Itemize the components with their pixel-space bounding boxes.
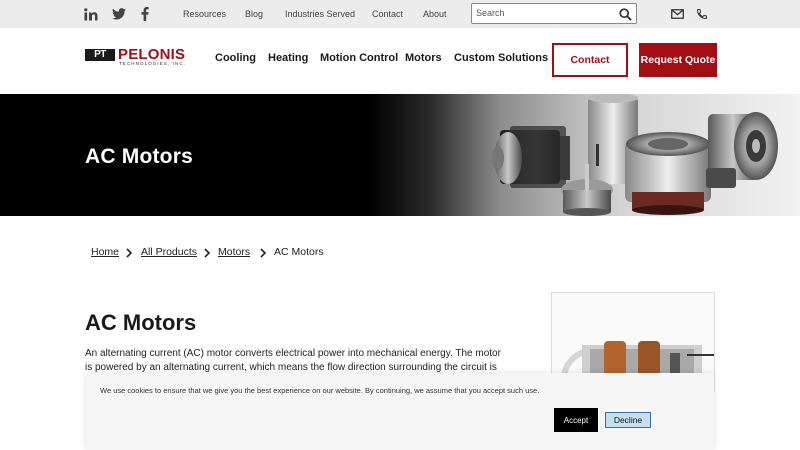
accept-cookies-button[interactable]: Accept — [554, 408, 598, 432]
breadcrumb-all-products[interactable]: All Products — [141, 246, 197, 258]
chevron-right-icon — [126, 248, 133, 258]
util-link-about[interactable]: About — [423, 9, 447, 19]
util-link-resources[interactable]: Resources — [183, 9, 226, 19]
search-icon[interactable] — [617, 6, 633, 22]
decline-cookies-button[interactable]: Decline — [605, 412, 651, 428]
main-navigation: PT PELONIS TECHNOLOGIES, INC. Cooling He… — [0, 28, 800, 94]
phone-icon[interactable] — [694, 6, 710, 22]
nav-item-cooling[interactable]: Cooling — [215, 52, 256, 64]
logo-subtitle: TECHNOLOGIES, INC. — [119, 61, 187, 66]
search-input[interactable] — [476, 6, 612, 20]
nav-item-motion-control[interactable]: Motion Control — [320, 52, 398, 64]
motors-hero-image — [492, 94, 778, 216]
linkedin-icon[interactable] — [84, 6, 98, 22]
util-link-blog[interactable]: Blog — [245, 9, 263, 19]
search-box — [471, 3, 637, 24]
util-link-industries-served[interactable]: Industries Served — [285, 9, 355, 19]
twitter-icon[interactable] — [112, 6, 126, 22]
util-link-contact[interactable]: Contact — [372, 9, 403, 19]
breadcrumb-motors[interactable]: Motors — [218, 246, 250, 258]
cookie-message: We use cookies to ensure that we give yo… — [100, 386, 540, 395]
page-title: AC Motors — [85, 310, 197, 335]
nav-item-heating[interactable]: Heating — [268, 52, 308, 64]
hero-banner: AC Motors — [0, 94, 800, 216]
mail-icon[interactable] — [669, 6, 685, 22]
chevron-right-icon — [260, 248, 267, 258]
logo-mark: PT — [85, 49, 115, 61]
breadcrumb-current: AC Motors — [274, 246, 324, 258]
nav-item-custom-solutions[interactable]: Custom Solutions — [454, 52, 548, 64]
pelonis-logo[interactable]: PT PELONIS TECHNOLOGIES, INC. — [85, 46, 197, 69]
intro-paragraph: An alternating current (AC) motor conver… — [85, 348, 501, 373]
chevron-right-icon — [204, 248, 211, 258]
breadcrumb-home[interactable]: Home — [91, 246, 119, 258]
nav-item-motors[interactable]: Motors — [405, 52, 442, 64]
contact-button[interactable]: Contact — [552, 43, 628, 77]
facebook-icon[interactable] — [140, 6, 150, 22]
request-quote-button[interactable]: Request Quote — [639, 43, 717, 77]
hero-title: AC Motors — [85, 145, 193, 168]
cookie-banner: We use cookies to ensure that we give yo… — [86, 373, 714, 450]
utility-bar: Resources Blog Industries Served Contact… — [0, 0, 800, 28]
